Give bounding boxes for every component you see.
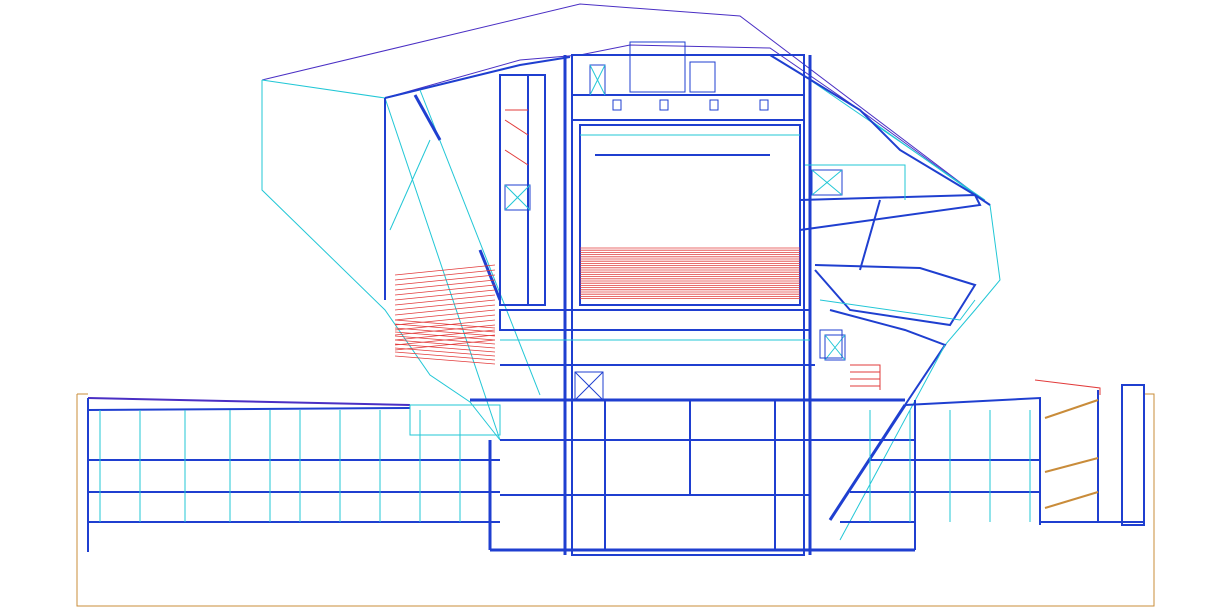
section-drawing-canvas — [0, 0, 1220, 610]
seat-row — [394, 264, 496, 276]
seat-row — [394, 347, 496, 357]
seat-row — [394, 355, 496, 365]
architectural-section-drawing — [76, 3, 1155, 607]
seat-row — [394, 314, 496, 326]
left-circulation — [499, 74, 546, 306]
seat-row — [394, 289, 496, 301]
core-floor-slabs — [470, 309, 905, 402]
left-bracing — [384, 89, 541, 441]
seat-row — [394, 309, 496, 321]
right-halls — [799, 164, 982, 541]
seat-row — [394, 279, 496, 291]
site-outline — [76, 393, 1155, 607]
seat-row — [394, 299, 496, 311]
seat-row — [394, 294, 496, 306]
seat-row — [394, 335, 496, 345]
right-podium — [840, 379, 1145, 550]
main-hall-seating — [580, 247, 800, 300]
center-podium — [488, 400, 915, 552]
left-podium — [87, 397, 501, 552]
seat-row — [394, 351, 496, 361]
seat-row — [394, 269, 496, 281]
outer-envelope — [261, 3, 1001, 441]
seat-row — [394, 284, 496, 296]
seat-row — [394, 304, 496, 316]
left-hall-seating — [394, 264, 496, 365]
